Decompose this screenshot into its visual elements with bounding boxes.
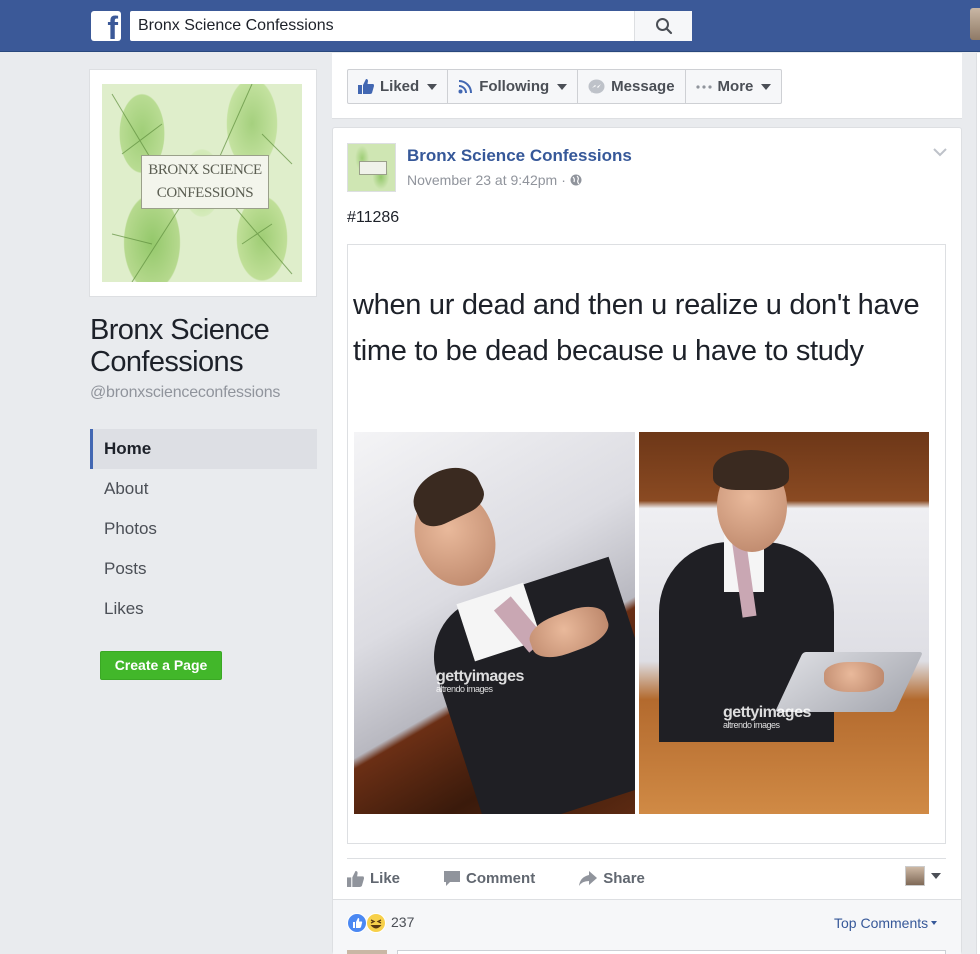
- like-button[interactable]: Like: [347, 870, 400, 887]
- messenger-icon: [588, 79, 605, 93]
- thumbs-up-icon: [347, 870, 364, 887]
- reaction-count[interactable]: 237: [391, 914, 414, 930]
- nav-item-about[interactable]: About: [90, 469, 317, 509]
- right-column-edge: [976, 53, 980, 954]
- thumbs-up-icon: [358, 79, 374, 94]
- globe-icon: [570, 174, 582, 186]
- chevron-down-icon[interactable]: [932, 146, 948, 158]
- chevron-down-icon: [557, 83, 568, 90]
- nav-item-posts[interactable]: Posts: [90, 549, 317, 589]
- comment-input[interactable]: [397, 950, 946, 954]
- share-arrow-icon: [579, 871, 598, 886]
- top-comments-dropdown[interactable]: Top Comments: [834, 915, 938, 931]
- post-author-link[interactable]: Bronx Science Confessions: [407, 146, 632, 166]
- search-icon: [655, 18, 672, 35]
- meme-photo-lying-in-coffin: gettyimages altrendo images: [354, 432, 635, 814]
- post-action-bar: Like Comment Share: [347, 858, 946, 898]
- profile-avatar[interactable]: [970, 8, 980, 40]
- chevron-down-icon[interactable]: [931, 873, 941, 879]
- comment-button[interactable]: Comment: [444, 870, 535, 887]
- ellipsis-icon: [695, 84, 712, 89]
- comment-author-avatar: [347, 950, 387, 954]
- nav-item-home[interactable]: Home: [90, 429, 317, 469]
- comment-icon: [444, 871, 461, 886]
- chevron-down-icon: [761, 83, 772, 90]
- post-text: #11286: [347, 209, 400, 226]
- meme-caption: when ur dead and then u realize u don't …: [353, 289, 920, 367]
- post-author-avatar[interactable]: [347, 143, 396, 192]
- like-haha-reaction-icon[interactable]: [347, 913, 387, 933]
- following-button[interactable]: Following: [448, 70, 579, 103]
- meme-photos: gettyimages altrendo images gettyimages al…: [354, 432, 929, 814]
- search-button[interactable]: [634, 11, 692, 41]
- search-input[interactable]: [130, 11, 634, 41]
- chevron-down-icon: [427, 83, 438, 90]
- page-username[interactable]: @bronxscienceconfessions: [90, 384, 280, 402]
- caret-down-icon: [931, 921, 938, 925]
- nav-item-photos[interactable]: Photos: [90, 509, 317, 549]
- rss-feed-icon: [458, 80, 473, 94]
- liked-button[interactable]: Liked: [348, 70, 449, 103]
- post-timestamp[interactable]: November 23 at 9:42pm ·: [407, 172, 582, 188]
- message-button[interactable]: Message: [578, 70, 686, 103]
- search-box: [130, 11, 692, 41]
- meme-photo-studying-in-coffin: gettyimages altrendo images: [639, 432, 929, 814]
- share-button[interactable]: Share: [579, 870, 645, 887]
- page-action-buttons: Liked Following Message More: [347, 69, 783, 104]
- page-logo-label: BRONX SCIENCE CONFESSIONS: [141, 155, 269, 209]
- create-page-button[interactable]: Create a Page: [100, 651, 222, 680]
- reaction-profile-selector-avatar[interactable]: [905, 866, 925, 886]
- nav-item-likes[interactable]: Likes: [90, 589, 317, 629]
- facebook-logo-icon[interactable]: f: [91, 11, 121, 41]
- page-title: Bronx Science Confessions: [90, 314, 270, 378]
- top-navigation-bar: f: [0, 0, 980, 52]
- more-button[interactable]: More: [686, 70, 782, 103]
